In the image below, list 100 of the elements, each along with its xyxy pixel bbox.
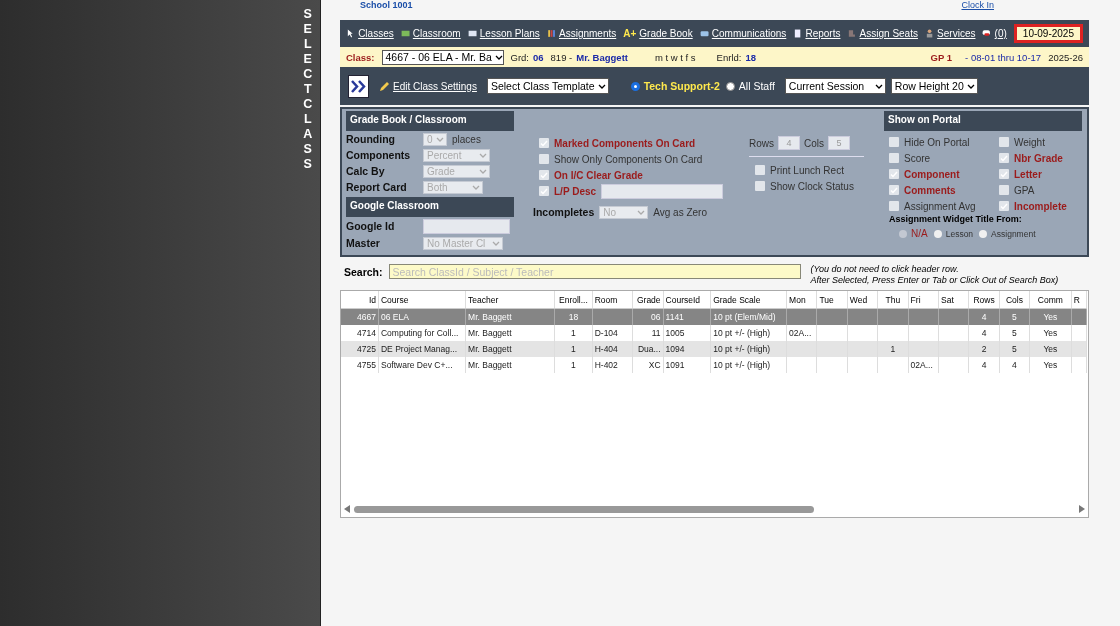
nav-link[interactable]: Communications <box>711 28 787 39</box>
column-header[interactable]: Wed <box>847 291 878 309</box>
search-label: Search: <box>344 266 383 278</box>
row-height-select[interactable]: Row Height 20 <box>890 78 978 94</box>
scroll-left-icon[interactable] <box>344 505 350 513</box>
portal-label: Weight <box>1014 136 1045 148</box>
table-cell: 2 <box>981 343 987 354</box>
table-cell: 1 <box>571 327 576 338</box>
column-header[interactable]: Comm <box>1029 291 1072 309</box>
column-header[interactable]: Thu <box>877 291 909 309</box>
portal-checkbox[interactable] <box>889 153 899 163</box>
column-header[interactable]: Cols <box>999 291 1030 309</box>
option-checkbox[interactable] <box>755 165 765 175</box>
portal-checkbox[interactable] <box>889 137 899 147</box>
google-id-field[interactable] <box>423 218 510 234</box>
column-header[interactable]: Id <box>341 291 379 309</box>
staff-radio[interactable]: Tech Support-2 <box>630 80 720 92</box>
side-label[interactable]: SELECT CLASS <box>301 0 314 172</box>
field-label: Calc By <box>346 165 386 177</box>
table-cell: 10 pt +/- (High) <box>713 343 771 354</box>
desc-field[interactable] <box>601 183 724 199</box>
column-header[interactable]: Fri <box>908 291 939 309</box>
table-cell: Dua... <box>637 343 661 354</box>
portal-checkbox[interactable] <box>999 169 1009 179</box>
nav-link[interactable]: Classes <box>358 28 394 39</box>
dropdown-caret-icon <box>966 83 975 89</box>
column-header[interactable]: Course <box>378 291 466 309</box>
nav-link[interactable]: Lesson Plans <box>479 28 540 39</box>
column-header[interactable]: Tue <box>817 291 848 309</box>
column-header[interactable]: R <box>1071 291 1087 309</box>
dropdown-caret-icon <box>436 136 444 142</box>
portal-checkbox[interactable] <box>999 185 1009 195</box>
nav-link[interactable]: (0) <box>994 28 1007 39</box>
portal-label: Nbr Grade <box>1014 152 1063 164</box>
class-select[interactable]: 4667 - 06 ELA - Mr. Ba <box>381 49 504 65</box>
nav-link[interactable]: Assignments <box>559 28 617 39</box>
column-header[interactable]: Rows <box>968 291 1000 309</box>
table-cell: H-404 <box>594 343 618 354</box>
portal-checkbox[interactable] <box>999 201 1009 211</box>
nav-link[interactable]: Assign Seats <box>859 28 918 39</box>
staff-radio[interactable]: All Staff <box>725 80 775 92</box>
portal-checkbox[interactable] <box>889 185 899 195</box>
widget-radio[interactable]: Assignment <box>979 228 1036 239</box>
table-cell: 06 <box>651 311 661 322</box>
template-select[interactable]: Select Class Template <box>486 78 609 94</box>
nav-link[interactable]: Reports <box>805 28 841 39</box>
option-checkbox[interactable] <box>539 154 549 164</box>
dropdown-caret-icon <box>597 83 606 89</box>
scroll-right-icon[interactable] <box>1079 505 1085 513</box>
table-cell: D-104 <box>594 327 618 338</box>
column-header[interactable]: Mon <box>786 291 817 309</box>
table-cell: DE Project Manag... <box>380 343 458 354</box>
dropdown-caret-icon <box>479 152 487 158</box>
portal-checkbox[interactable] <box>889 169 899 179</box>
portal-checkbox[interactable] <box>999 137 1009 147</box>
dropdown-caret-icon <box>479 168 487 174</box>
expand-button[interactable] <box>348 74 369 98</box>
option-checkbox[interactable] <box>539 186 549 196</box>
table-cell: XC <box>648 359 661 370</box>
portal-checkbox[interactable] <box>889 201 899 211</box>
option-checkbox[interactable] <box>539 138 549 148</box>
table-cell: 4 <box>981 311 987 322</box>
clock-in-link[interactable]: Clock In <box>961 0 994 10</box>
section-header: Show on Portal <box>884 111 1082 131</box>
column-header[interactable]: Grade Scale <box>710 291 787 309</box>
option-label: L/P Desc <box>554 185 597 197</box>
table-cell: 1 <box>571 343 576 354</box>
column-header[interactable]: Room <box>592 291 633 309</box>
column-header[interactable]: Teacher <box>465 291 555 309</box>
table-cell: 5 <box>1012 311 1017 322</box>
nav-link[interactable]: Classroom <box>412 28 461 39</box>
portal-checkbox[interactable] <box>999 153 1009 163</box>
table-cell: 1 <box>890 343 896 354</box>
column-header[interactable]: CourseId <box>663 291 711 309</box>
school-year: 2025-26 <box>1048 51 1083 63</box>
table-cell: 4 <box>1012 359 1017 370</box>
widget-radio[interactable]: Lesson <box>933 228 974 239</box>
column-header[interactable]: Sat <box>938 291 969 309</box>
dropdown-caret-icon <box>494 54 503 60</box>
column-header[interactable]: Grade <box>632 291 664 309</box>
option-checkbox[interactable] <box>539 170 549 180</box>
column-header[interactable]: Enroll... <box>554 291 593 309</box>
section-header: Grade Book / Classroom <box>346 111 514 131</box>
pencil-icon <box>379 80 391 92</box>
field-label: Master <box>346 237 381 249</box>
date-field: 10-09-2025 <box>1013 24 1083 43</box>
nav-link[interactable]: Grade Book <box>639 28 693 39</box>
field-label: Rounding <box>346 133 396 145</box>
grading-period: GP 1 <box>930 51 953 63</box>
double-chevron-icon <box>351 79 366 93</box>
suffix-text: Avg as Zero <box>653 206 707 218</box>
search-field[interactable]: Search ClassId / Subject / Teacher <box>388 264 801 279</box>
dropdown-caret-icon <box>472 184 480 190</box>
option-checkbox[interactable] <box>755 181 765 191</box>
search-hint: After Selected, Press Enter or Tab or Click Out of Search Box) <box>810 275 1059 286</box>
rows-label: Rows <box>749 137 774 149</box>
table-cell: Mr. Baggett <box>468 311 512 322</box>
nav-link[interactable]: Services <box>937 28 976 39</box>
session-select[interactable]: Current Session <box>784 78 886 94</box>
edit-settings-link[interactable]: Edit Class Settings <box>393 80 477 92</box>
